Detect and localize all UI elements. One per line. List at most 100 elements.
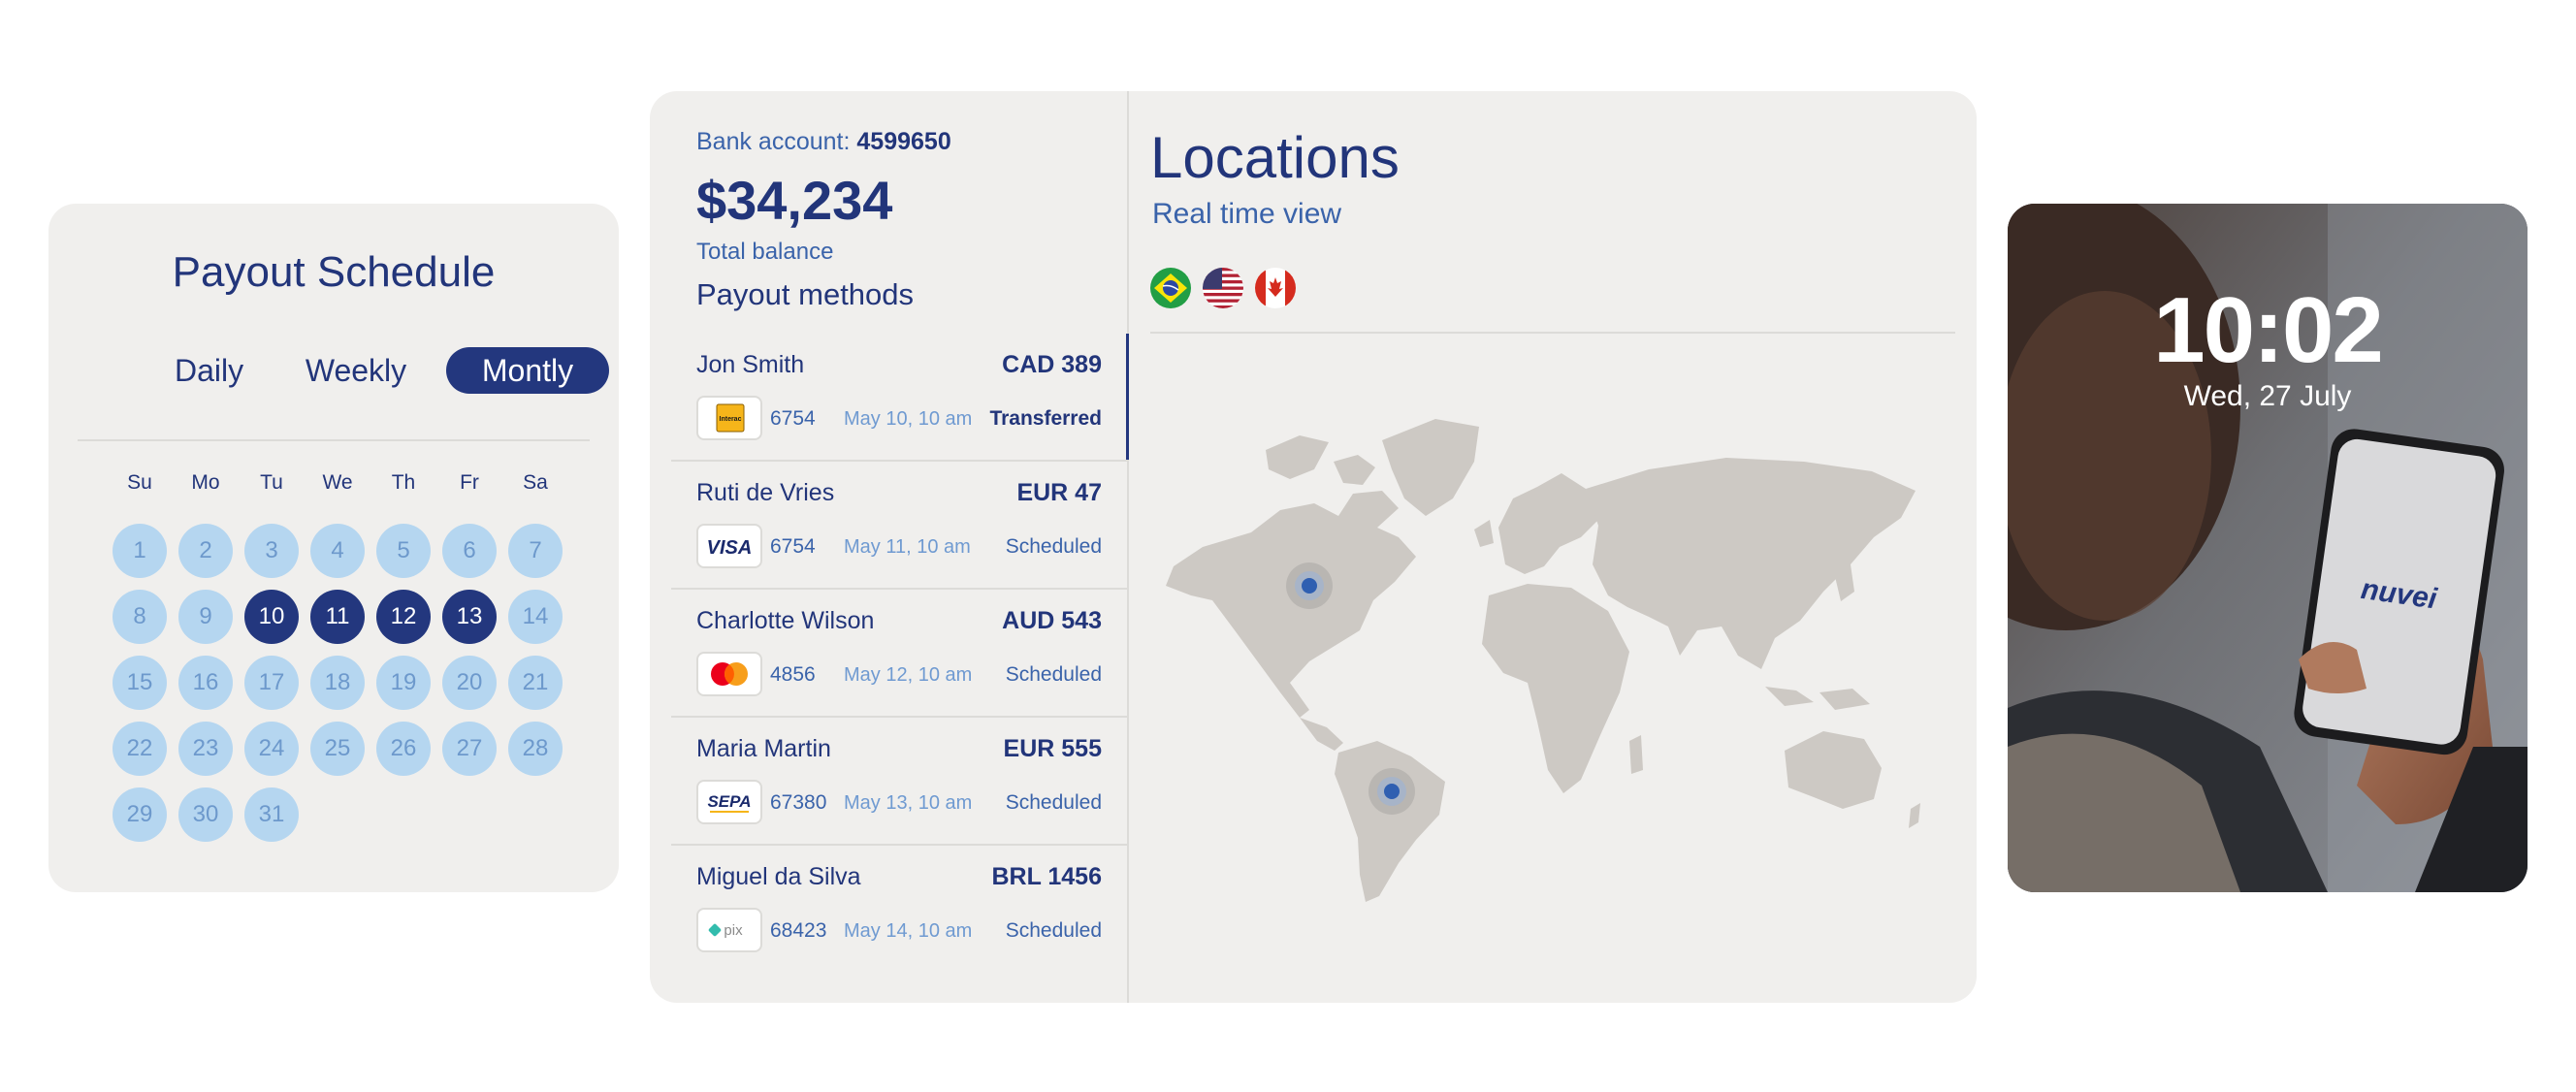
payout-amount: EUR 47 bbox=[1016, 479, 1102, 506]
calendar-day[interactable]: 9 bbox=[178, 590, 233, 644]
weekday-label: Sa bbox=[523, 471, 548, 494]
payee-name: Jon Smith bbox=[696, 351, 805, 378]
card-last-digits: 6754 bbox=[770, 407, 816, 430]
tab-daily[interactable]: Daily bbox=[118, 347, 293, 394]
calendar-day[interactable]: 30 bbox=[178, 787, 233, 842]
weekday-label: We bbox=[322, 471, 353, 494]
weekday-label: Su bbox=[127, 471, 152, 494]
calendar-day[interactable]: 24 bbox=[244, 722, 299, 776]
locations-subtitle: Real time view bbox=[1152, 198, 1342, 230]
canada-flag-icon[interactable] bbox=[1255, 268, 1296, 308]
brazil-flag-icon[interactable] bbox=[1150, 268, 1191, 308]
payout-date: May 14, 10 am bbox=[844, 920, 973, 942]
payout-amount: CAD 389 bbox=[1002, 351, 1102, 378]
tab-weekly[interactable]: Weekly bbox=[283, 347, 429, 394]
schedule-title: Payout Schedule bbox=[172, 248, 496, 296]
calendar-day[interactable]: 17 bbox=[244, 656, 299, 710]
world-map bbox=[1166, 419, 1920, 902]
calendar-day[interactable]: 2 bbox=[178, 524, 233, 578]
list-item[interactable]: Ruti de Vries EUR 47 VISA 6754 May 11, 1… bbox=[671, 462, 1127, 590]
calendar-day[interactable]: 14 bbox=[508, 590, 563, 644]
divider bbox=[1127, 91, 1129, 1003]
status-badge: Scheduled bbox=[1005, 535, 1102, 558]
svg-text:Interac: Interac bbox=[720, 416, 742, 423]
interac-logo: Interac bbox=[696, 396, 762, 440]
divider bbox=[78, 439, 590, 441]
calendar-day[interactable]: 31 bbox=[244, 787, 299, 842]
list-item[interactable]: Charlotte Wilson AUD 543 4856 May 12, 10… bbox=[671, 590, 1127, 718]
svg-text:SEPA: SEPA bbox=[707, 792, 751, 811]
payout-date: May 12, 10 am bbox=[844, 664, 973, 686]
payout-date: May 11, 10 am bbox=[844, 536, 971, 558]
list-item[interactable]: Maria Martin EUR 555 SEPA 67380 May 13, … bbox=[671, 718, 1127, 846]
lockscreen-time: 10:02 bbox=[2153, 278, 2384, 382]
calendar-day[interactable]: 25 bbox=[310, 722, 365, 776]
calendar-day[interactable]: 8 bbox=[113, 590, 167, 644]
card-last-digits: 4856 bbox=[770, 663, 816, 686]
calendar-day[interactable]: 20 bbox=[442, 656, 497, 710]
total-balance-label: Total balance bbox=[696, 239, 834, 265]
calendar-day[interactable]: 1 bbox=[113, 524, 167, 578]
pix-logo: pix bbox=[696, 908, 762, 952]
calendar-day[interactable]: 6 bbox=[442, 524, 497, 578]
weekday-label: Mo bbox=[191, 471, 220, 494]
locations-title: Locations bbox=[1150, 125, 1400, 190]
svg-text:pix: pix bbox=[724, 922, 743, 939]
calendar-day[interactable]: 29 bbox=[113, 787, 167, 842]
list-item[interactable]: Miguel da Silva BRL 1456 pix 68423 May 1… bbox=[671, 846, 1127, 974]
phone-photo-card: nuvei 10:02 Wed, 27 July bbox=[2008, 204, 2528, 892]
calendar-day[interactable]: 28 bbox=[508, 722, 563, 776]
mastercard-logo bbox=[696, 652, 762, 696]
calendar-day[interactable]: 5 bbox=[376, 524, 431, 578]
payee-name: Miguel da Silva bbox=[696, 863, 861, 890]
svg-text:VISA: VISA bbox=[707, 537, 753, 559]
tab-monthly[interactable]: Montly bbox=[446, 347, 609, 394]
payee-name: Maria Martin bbox=[696, 735, 831, 762]
usa-flag-icon[interactable] bbox=[1203, 268, 1243, 308]
calendar-day[interactable]: 18 bbox=[310, 656, 365, 710]
calendar-day[interactable]: 11 bbox=[310, 590, 365, 644]
calendar-day[interactable]: 12 bbox=[376, 590, 431, 644]
payout-methods-title: Payout methods bbox=[696, 277, 915, 311]
location-marker[interactable] bbox=[1368, 768, 1415, 815]
status-badge: Scheduled bbox=[1005, 791, 1102, 814]
calendar-day[interactable]: 4 bbox=[310, 524, 365, 578]
calendar-day[interactable]: 16 bbox=[178, 656, 233, 710]
account-locations-card: Bank account: 4599650 $34,234 Total bala… bbox=[650, 91, 1977, 1003]
payout-date: May 10, 10 am bbox=[844, 408, 973, 430]
visa-logo: VISA bbox=[696, 524, 762, 568]
payout-amount: EUR 555 bbox=[1003, 735, 1102, 762]
weekday-label: Th bbox=[391, 471, 416, 494]
status-badge: Scheduled bbox=[1005, 919, 1102, 942]
payout-amount: BRL 1456 bbox=[991, 863, 1103, 890]
card-last-digits: 6754 bbox=[770, 535, 816, 558]
lockscreen-date: Wed, 27 July bbox=[2183, 380, 2352, 412]
calendar-day[interactable]: 7 bbox=[508, 524, 563, 578]
calendar-day[interactable]: 19 bbox=[376, 656, 431, 710]
card-last-digits: 68423 bbox=[770, 919, 827, 942]
payout-date: May 13, 10 am bbox=[844, 792, 973, 814]
weekday-label: Tu bbox=[260, 471, 283, 494]
status-badge: Scheduled bbox=[1005, 663, 1102, 686]
calendar-day[interactable]: 13 bbox=[442, 590, 497, 644]
calendar-day[interactable]: 3 bbox=[244, 524, 299, 578]
calendar-day[interactable]: 27 bbox=[442, 722, 497, 776]
payout-amount: AUD 543 bbox=[1002, 607, 1102, 634]
calendar-day[interactable]: 23 bbox=[178, 722, 233, 776]
bank-account: Bank account: 4599650 bbox=[696, 128, 951, 156]
calendar-day[interactable]: 10 bbox=[244, 590, 299, 644]
payout-schedule-card: Payout Schedule Daily Weekly Montly Su Mo… bbox=[48, 204, 619, 892]
list-item[interactable]: Jon Smith CAD 389 Interac 6754 May 10, 1… bbox=[671, 334, 1129, 462]
calendar-day[interactable]: 15 bbox=[113, 656, 167, 710]
calendar-day[interactable]: 21 bbox=[508, 656, 563, 710]
period-tabs: Daily Weekly Montly bbox=[118, 347, 613, 394]
weekday-label: Fr bbox=[460, 471, 479, 494]
payee-name: Charlotte Wilson bbox=[696, 607, 875, 634]
payee-name: Ruti de Vries bbox=[696, 479, 835, 506]
bank-account-label: Bank account: bbox=[696, 128, 851, 155]
location-marker[interactable] bbox=[1286, 562, 1333, 609]
calendar-day[interactable]: 26 bbox=[376, 722, 431, 776]
sepa-logo: SEPA bbox=[696, 780, 762, 824]
divider bbox=[1150, 332, 1955, 334]
calendar-day[interactable]: 22 bbox=[113, 722, 167, 776]
